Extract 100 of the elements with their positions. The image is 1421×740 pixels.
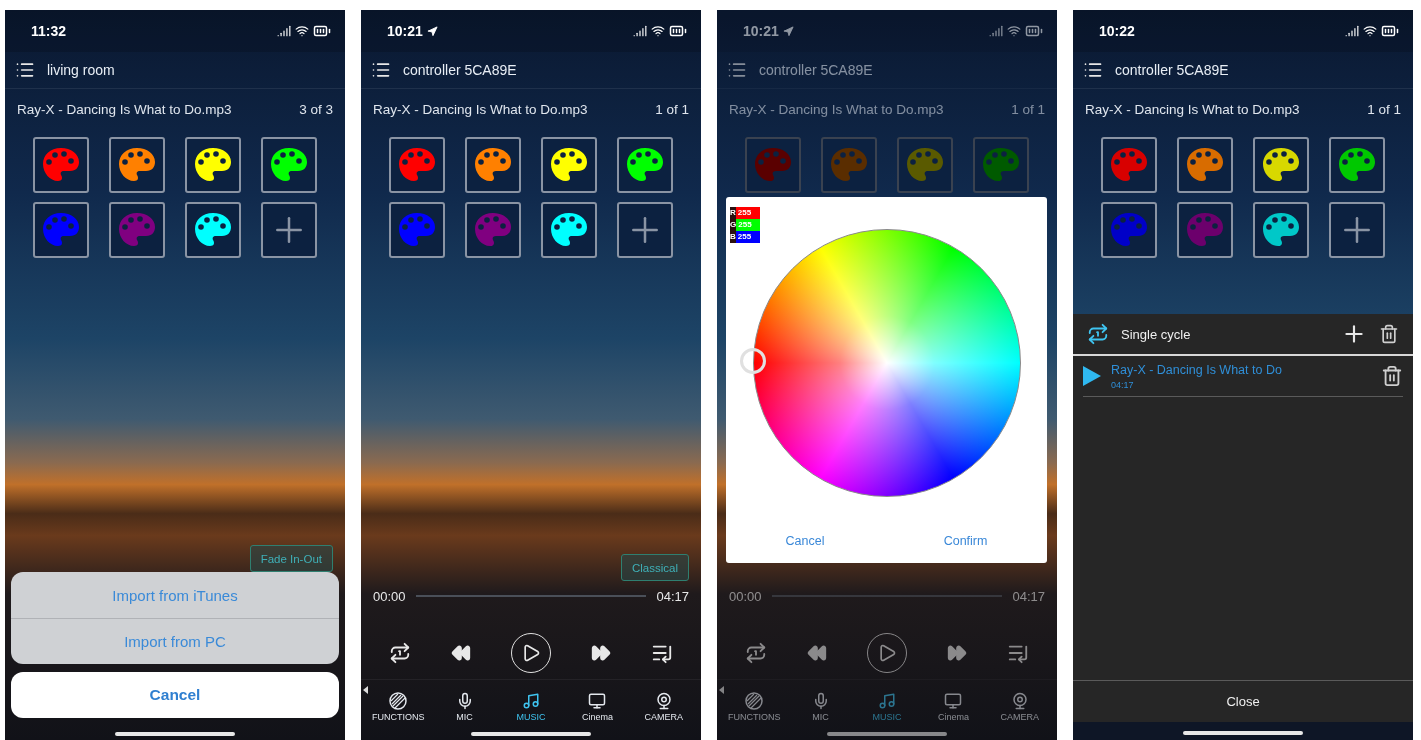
elapsed-time: 00:00 — [373, 588, 406, 604]
add-color-button[interactable] — [617, 202, 673, 258]
status-time: 10:22 — [1099, 23, 1135, 39]
play-mode-label: Single cycle — [1121, 326, 1192, 342]
add-color-button[interactable] — [261, 202, 317, 258]
track-count: 1 of 1 — [1011, 101, 1045, 117]
track-count: 1 of 1 — [655, 101, 689, 117]
color-swatch-button[interactable] — [617, 137, 673, 193]
nav-tab[interactable]: MUSIC — [853, 690, 921, 724]
play-icon — [521, 643, 541, 663]
controller-title: living room — [47, 62, 115, 78]
dialog-button[interactable]: Cancel — [779, 533, 831, 549]
menu-icon — [371, 60, 391, 80]
color-swatch-button[interactable] — [185, 202, 241, 258]
color-swatch-button[interactable] — [1253, 202, 1309, 258]
color-swatch-button[interactable] — [465, 137, 521, 193]
play-icon — [877, 643, 897, 663]
rewind-button[interactable] — [451, 643, 471, 663]
status-time: 11:32 — [31, 23, 67, 39]
color-swatch-button[interactable] — [1177, 137, 1233, 193]
signal-icon — [989, 24, 1003, 38]
color-swatch-button[interactable] — [33, 137, 89, 193]
fast-forward-icon — [591, 643, 611, 663]
color-swatch-button[interactable] — [745, 137, 801, 193]
track-count: 1 of 1 — [1367, 101, 1401, 117]
delete-button[interactable] — [1381, 365, 1403, 387]
color-swatch-button[interactable] — [389, 137, 445, 193]
menu-icon — [15, 60, 35, 80]
nav-tab[interactable]: CAMERA — [986, 690, 1054, 724]
status-time: 10:21 — [387, 23, 423, 39]
mode-button[interactable]: Classical — [621, 554, 689, 581]
delete-button[interactable] — [1379, 324, 1399, 344]
color-swatch-button[interactable] — [897, 137, 953, 193]
wifi-icon — [1007, 24, 1021, 38]
nav-tab[interactable]: Cinema — [564, 690, 631, 724]
mode-button[interactable]: Fade In-Out — [249, 545, 333, 572]
nav-tab[interactable]: MIC — [431, 690, 498, 724]
nav-tab[interactable]: FUNCTIONS — [721, 690, 788, 724]
wheel-thumb[interactable] — [739, 348, 766, 374]
nav-tab[interactable]: MUSIC — [497, 690, 565, 724]
repeat-one-icon — [745, 642, 767, 664]
color-swatch-button[interactable] — [109, 137, 165, 193]
music-note-icon — [522, 692, 540, 710]
location-arrow-icon — [782, 25, 794, 37]
color-swatch-button[interactable] — [1101, 202, 1157, 258]
trash-icon — [1379, 324, 1399, 344]
song-title: Ray-X - Dancing Is What to Do — [1111, 362, 1283, 377]
signal-icon — [1345, 24, 1359, 38]
total-duration: 04:17 — [1012, 588, 1045, 604]
color-swatch-button[interactable] — [261, 137, 317, 193]
screen-icon — [944, 692, 963, 710]
rgb-readout: R 255 — [730, 207, 760, 219]
rgb-readout: B 255 — [730, 231, 760, 243]
color-swatch-button[interactable] — [389, 202, 445, 258]
color-swatch-button[interactable] — [973, 137, 1029, 193]
nav-tab[interactable]: MIC — [787, 690, 854, 724]
status-time: 10:21 — [743, 23, 779, 39]
scroll-left-icon — [719, 686, 724, 694]
scroll-left-icon — [363, 686, 368, 694]
playlist-item[interactable]: Ray-X - Dancing Is What to Do 04:17 — [1083, 356, 1403, 397]
total-duration: 04:17 — [656, 588, 689, 604]
color-swatch-button[interactable] — [821, 137, 877, 193]
color-swatch-button[interactable] — [185, 137, 241, 193]
dialog-button[interactable]: Confirm — [937, 533, 994, 549]
color-swatch-button[interactable] — [1101, 137, 1157, 193]
color-swatch-button[interactable] — [541, 137, 597, 193]
color-swatch-button[interactable] — [109, 202, 165, 258]
rewind-icon — [451, 643, 471, 663]
trash-icon — [1381, 365, 1403, 387]
controller-title: controller 5CA89E — [759, 62, 873, 78]
nav-tab[interactable]: CAMERA — [630, 690, 698, 724]
cancel-button[interactable]: Cancel — [11, 672, 339, 718]
menu-button[interactable] — [371, 60, 391, 80]
repeat-one-button[interactable] — [389, 642, 411, 664]
hatched-circle-icon — [389, 692, 408, 710]
color-swatch-button[interactable] — [1329, 137, 1385, 193]
menu-button[interactable] — [1083, 60, 1103, 80]
color-swatch-button[interactable] — [541, 202, 597, 258]
repeat-one-icon — [1087, 323, 1109, 345]
color-swatch-button[interactable] — [33, 202, 89, 258]
add-color-button[interactable] — [1329, 202, 1385, 258]
menu-icon — [727, 60, 747, 80]
signal-icon — [633, 24, 647, 38]
menu-button[interactable] — [15, 60, 35, 80]
nav-tab[interactable]: FUNCTIONS — [365, 690, 432, 724]
nav-tab[interactable]: Cinema — [920, 690, 987, 724]
color-swatch-button[interactable] — [1253, 137, 1309, 193]
repeat-one-icon — [389, 642, 411, 664]
controller-title: controller 5CA89E — [403, 62, 517, 78]
fast-forward-button[interactable] — [591, 643, 611, 663]
rgb-readout: G 255 — [730, 219, 760, 231]
track-name: Ray-X - Dancing Is What to Do.mp3 — [729, 101, 944, 117]
color-swatch-button[interactable] — [1177, 202, 1233, 258]
track-count: 3 of 3 — [299, 101, 333, 117]
wifi-icon — [1363, 24, 1377, 38]
screen-icon — [588, 692, 607, 710]
rewind-icon — [807, 643, 827, 663]
color-swatch-button[interactable] — [465, 202, 521, 258]
elapsed-time: 00:00 — [729, 588, 762, 604]
hatched-circle-icon — [745, 692, 764, 710]
